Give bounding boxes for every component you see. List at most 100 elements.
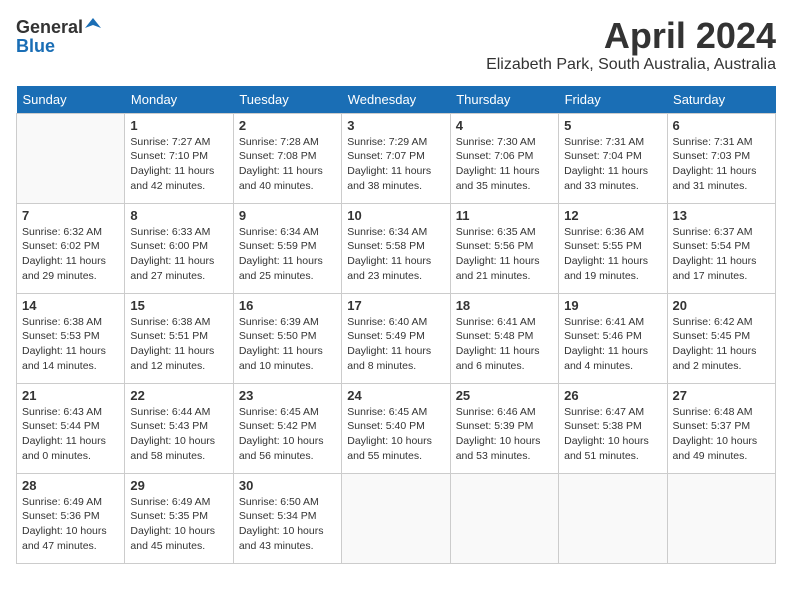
calendar-week-row: 21 Sunrise: 6:43 AM Sunset: 5:44 PM Dayli… bbox=[17, 383, 776, 473]
day-number: 18 bbox=[456, 298, 553, 313]
day-number: 6 bbox=[673, 118, 770, 133]
day-number: 2 bbox=[239, 118, 336, 133]
calendar-cell: 19Sunrise: 6:41 AM Sunset: 5:46 PM Dayli… bbox=[559, 293, 667, 383]
calendar-cell bbox=[667, 473, 775, 563]
day-number: 28 bbox=[22, 478, 119, 493]
day-number: 17 bbox=[347, 298, 444, 313]
day-info: Sunrise: 6:43 AM Sunset: 5:44 PM Dayligh… bbox=[22, 405, 119, 464]
calendar-cell bbox=[559, 473, 667, 563]
calendar-week-row: 7Sunrise: 6:32 AM Sunset: 6:02 PM Daylig… bbox=[17, 203, 776, 293]
day-number: 4 bbox=[456, 118, 553, 133]
day-info: Sunrise: 7:31 AM Sunset: 7:03 PM Dayligh… bbox=[673, 135, 770, 194]
day-number: 22 bbox=[130, 388, 227, 403]
day-info: Sunrise: 7:28 AM Sunset: 7:08 PM Dayligh… bbox=[239, 135, 336, 194]
calendar-cell: 12 Sunrise: 6:36 AM Sunset: 5:55 PM Dayli… bbox=[559, 203, 667, 293]
calendar-cell bbox=[342, 473, 450, 563]
calendar-cell: 20 Sunrise: 6:42 AM Sunset: 5:45 PM Dayli… bbox=[667, 293, 775, 383]
calendar-cell: 22 Sunrise: 6:44 AM Sunset: 5:43 PM Dayli… bbox=[125, 383, 233, 473]
day-number: 26 bbox=[564, 388, 661, 403]
day-info: Sunrise: 6:38 AM Sunset: 5:51 PM Dayligh… bbox=[130, 315, 227, 374]
calendar-cell: 15 Sunrise: 6:38 AM Sunset: 5:51 PM Dayli… bbox=[125, 293, 233, 383]
day-info: Sunrise: 6:38 AM Sunset: 5:53 PM Dayligh… bbox=[22, 315, 119, 374]
day-info: Sunrise: 6:40 AM Sunset: 5:49 PM Dayligh… bbox=[347, 315, 444, 374]
day-info: Sunrise: 7:31 AM Sunset: 7:04 PM Dayligh… bbox=[564, 135, 661, 194]
day-info: Sunrise: 6:36 AM Sunset: 5:55 PM Dayligh… bbox=[564, 225, 661, 284]
calendar-week-row: 14 Sunrise: 6:38 AM Sunset: 5:53 PM Dayli… bbox=[17, 293, 776, 383]
column-header-sunday: Sunday bbox=[17, 86, 125, 114]
page-header: General Blue April 2024 Elizabeth Park, … bbox=[16, 16, 776, 74]
day-number: 12 bbox=[564, 208, 661, 223]
column-header-saturday: Saturday bbox=[667, 86, 775, 114]
column-header-friday: Friday bbox=[559, 86, 667, 114]
day-number: 3 bbox=[347, 118, 444, 133]
calendar-cell: 3Sunrise: 7:29 AM Sunset: 7:07 PM Daylig… bbox=[342, 113, 450, 203]
day-number: 20 bbox=[673, 298, 770, 313]
calendar-cell: 2 Sunrise: 7:28 AM Sunset: 7:08 PM Daylig… bbox=[233, 113, 341, 203]
day-info: Sunrise: 6:45 AM Sunset: 5:42 PM Dayligh… bbox=[239, 405, 336, 464]
calendar-cell: 13Sunrise: 6:37 AM Sunset: 5:54 PM Dayli… bbox=[667, 203, 775, 293]
day-number: 19 bbox=[564, 298, 661, 313]
day-info: Sunrise: 6:42 AM Sunset: 5:45 PM Dayligh… bbox=[673, 315, 770, 374]
location-title: Elizabeth Park, South Australia, Austral… bbox=[486, 56, 776, 74]
day-number: 23 bbox=[239, 388, 336, 403]
calendar-cell: 26 Sunrise: 6:47 AM Sunset: 5:38 PM Dayli… bbox=[559, 383, 667, 473]
day-number: 14 bbox=[22, 298, 119, 313]
logo-bird-icon bbox=[85, 16, 101, 32]
day-info: Sunrise: 6:39 AM Sunset: 5:50 PM Dayligh… bbox=[239, 315, 336, 374]
day-info: Sunrise: 6:48 AM Sunset: 5:37 PM Dayligh… bbox=[673, 405, 770, 464]
day-info: Sunrise: 6:46 AM Sunset: 5:39 PM Dayligh… bbox=[456, 405, 553, 464]
calendar-cell: 28 Sunrise: 6:49 AM Sunset: 5:36 PM Dayli… bbox=[17, 473, 125, 563]
calendar-header-row: SundayMondayTuesdayWednesdayThursdayFrid… bbox=[17, 86, 776, 114]
day-info: Sunrise: 6:34 AM Sunset: 5:59 PM Dayligh… bbox=[239, 225, 336, 284]
calendar-cell bbox=[450, 473, 558, 563]
calendar-cell: 23 Sunrise: 6:45 AM Sunset: 5:42 PM Dayli… bbox=[233, 383, 341, 473]
day-info: Sunrise: 7:30 AM Sunset: 7:06 PM Dayligh… bbox=[456, 135, 553, 194]
day-info: Sunrise: 6:44 AM Sunset: 5:43 PM Dayligh… bbox=[130, 405, 227, 464]
day-number: 27 bbox=[673, 388, 770, 403]
calendar-cell: 16 Sunrise: 6:39 AM Sunset: 5:50 PM Dayli… bbox=[233, 293, 341, 383]
day-number: 29 bbox=[130, 478, 227, 493]
day-number: 8 bbox=[130, 208, 227, 223]
logo: General Blue bbox=[16, 16, 101, 55]
title-section: April 2024 Elizabeth Park, South Austral… bbox=[486, 16, 776, 74]
day-number: 10 bbox=[347, 208, 444, 223]
calendar-cell: 24 Sunrise: 6:45 AM Sunset: 5:40 PM Dayli… bbox=[342, 383, 450, 473]
calendar-table: SundayMondayTuesdayWednesdayThursdayFrid… bbox=[16, 86, 776, 564]
column-header-wednesday: Wednesday bbox=[342, 86, 450, 114]
calendar-cell: 5 Sunrise: 7:31 AM Sunset: 7:04 PM Daylig… bbox=[559, 113, 667, 203]
day-number: 11 bbox=[456, 208, 553, 223]
day-info: Sunrise: 6:33 AM Sunset: 6:00 PM Dayligh… bbox=[130, 225, 227, 284]
day-number: 25 bbox=[456, 388, 553, 403]
calendar-cell: 18 Sunrise: 6:41 AM Sunset: 5:48 PM Dayli… bbox=[450, 293, 558, 383]
calendar-cell: 21 Sunrise: 6:43 AM Sunset: 5:44 PM Dayli… bbox=[17, 383, 125, 473]
month-title: April 2024 bbox=[486, 16, 776, 56]
day-number: 5 bbox=[564, 118, 661, 133]
calendar-cell: 17 Sunrise: 6:40 AM Sunset: 5:49 PM Dayli… bbox=[342, 293, 450, 383]
calendar-cell: 25 Sunrise: 6:46 AM Sunset: 5:39 PM Dayli… bbox=[450, 383, 558, 473]
day-number: 7 bbox=[22, 208, 119, 223]
day-number: 24 bbox=[347, 388, 444, 403]
day-number: 9 bbox=[239, 208, 336, 223]
day-info: Sunrise: 6:45 AM Sunset: 5:40 PM Dayligh… bbox=[347, 405, 444, 464]
day-number: 13 bbox=[673, 208, 770, 223]
calendar-cell: 1Sunrise: 7:27 AM Sunset: 7:10 PM Daylig… bbox=[125, 113, 233, 203]
calendar-cell: 29Sunrise: 6:49 AM Sunset: 5:35 PM Dayli… bbox=[125, 473, 233, 563]
calendar-cell: 14 Sunrise: 6:38 AM Sunset: 5:53 PM Dayli… bbox=[17, 293, 125, 383]
calendar-week-row: 1Sunrise: 7:27 AM Sunset: 7:10 PM Daylig… bbox=[17, 113, 776, 203]
day-number: 21 bbox=[22, 388, 119, 403]
calendar-cell bbox=[17, 113, 125, 203]
column-header-tuesday: Tuesday bbox=[233, 86, 341, 114]
calendar-cell: 27 Sunrise: 6:48 AM Sunset: 5:37 PM Dayli… bbox=[667, 383, 775, 473]
calendar-cell: 11 Sunrise: 6:35 AM Sunset: 5:56 PM Dayli… bbox=[450, 203, 558, 293]
logo-blue-text: Blue bbox=[16, 37, 55, 55]
day-number: 15 bbox=[130, 298, 227, 313]
day-info: Sunrise: 6:47 AM Sunset: 5:38 PM Dayligh… bbox=[564, 405, 661, 464]
calendar-cell: 30Sunrise: 6:50 AM Sunset: 5:34 PM Dayli… bbox=[233, 473, 341, 563]
day-info: Sunrise: 6:49 AM Sunset: 5:36 PM Dayligh… bbox=[22, 495, 119, 554]
day-info: Sunrise: 6:41 AM Sunset: 5:48 PM Dayligh… bbox=[456, 315, 553, 374]
day-info: Sunrise: 6:35 AM Sunset: 5:56 PM Dayligh… bbox=[456, 225, 553, 284]
day-number: 1 bbox=[130, 118, 227, 133]
day-number: 30 bbox=[239, 478, 336, 493]
day-number: 16 bbox=[239, 298, 336, 313]
calendar-week-row: 28 Sunrise: 6:49 AM Sunset: 5:36 PM Dayli… bbox=[17, 473, 776, 563]
